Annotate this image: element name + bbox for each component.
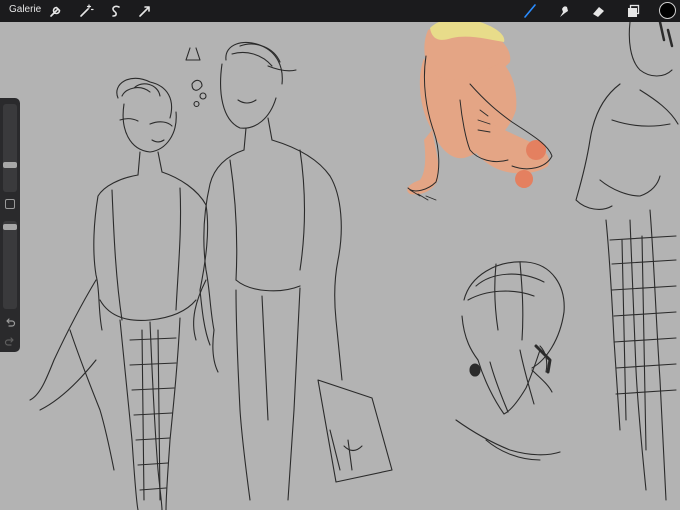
transform-icon[interactable] [137,3,153,19]
layers-icon[interactable] [625,3,641,19]
brush-icon[interactable] [522,3,538,19]
sketch-figure-right [575,22,679,501]
smudge-icon[interactable] [556,3,572,19]
wrench-icon[interactable] [48,3,64,19]
magic-wand-icon[interactable] [78,3,94,19]
sketch-figure-center [193,42,393,501]
gallery-button[interactable]: Galerie [9,4,41,15]
sketch-figure-left [29,47,211,510]
drawing-canvas[interactable] [0,22,680,510]
sketch-head-study [455,261,565,461]
eraser-icon[interactable] [590,3,606,19]
color-picker-button[interactable] [659,2,676,19]
color-sketch-crouching [407,22,553,201]
top-toolbar: Galerie [0,0,680,22]
selection-icon[interactable] [108,3,124,19]
